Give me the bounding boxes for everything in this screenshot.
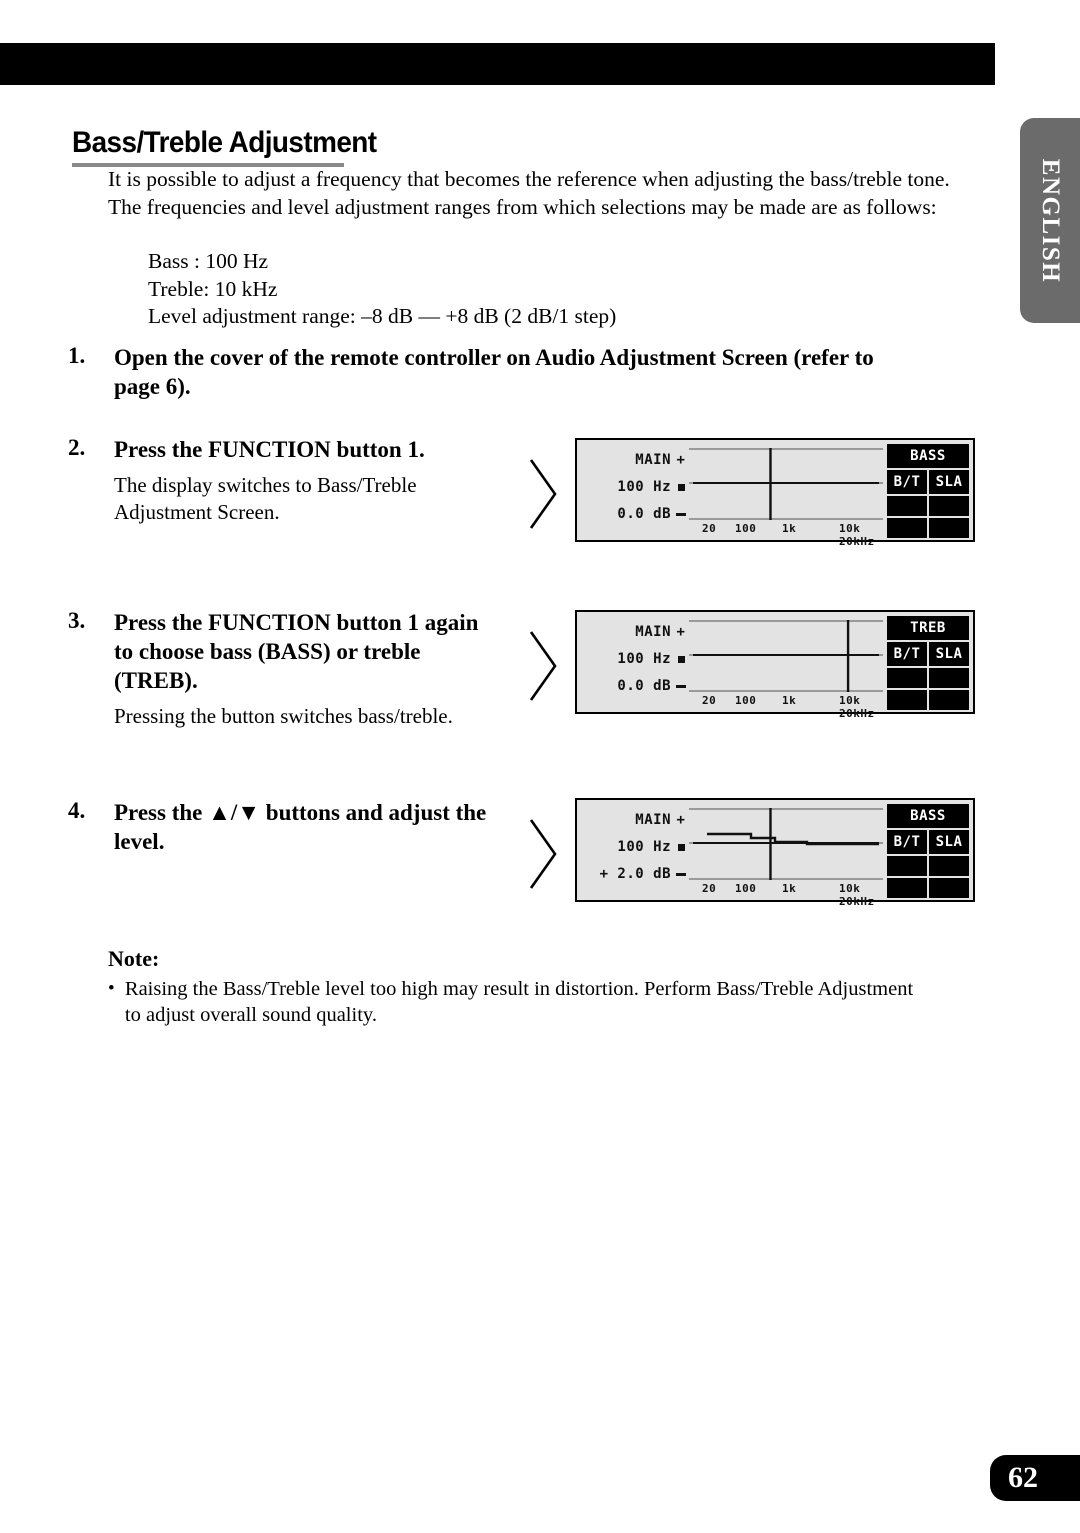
spec-level-range: Level adjustment range: –8 dB — +8 dB (2… xyxy=(148,304,617,328)
step-2-number: 2. xyxy=(68,435,86,460)
lcd-scale-tick-1-3: 1k xyxy=(782,522,797,535)
step-2-description: The display switches to Bass/Treble Adju… xyxy=(114,473,417,524)
lcd-scale-tick-3-1: 20 xyxy=(702,882,717,895)
step-2: 2. Press the FUNCTION button 1. The disp… xyxy=(68,435,498,525)
lcd-blank-button-c-1[interactable] xyxy=(887,518,927,538)
note-block: Note: • Raising the Bass/Treble level to… xyxy=(108,946,928,1028)
note-bullet-icon: • xyxy=(108,978,115,999)
flow-arrow-icon-2 xyxy=(528,630,558,702)
lcd-sla-button-2[interactable]: SLA xyxy=(929,642,969,666)
lcd-scale-tick-1-1: 20 xyxy=(702,522,717,535)
step-3-description: Pressing the button switches bass/treble… xyxy=(114,704,453,728)
flow-arrow-icon-3 xyxy=(528,818,558,890)
lcd-blank-button-a-1[interactable] xyxy=(887,496,927,516)
lcd-minus-mark-2 xyxy=(673,673,689,700)
lcd-scale-tick-2-4: 10k 20kHz xyxy=(839,694,875,720)
page-number-badge: 62 xyxy=(990,1455,1080,1501)
spec-bass: Bass : 100 Hz xyxy=(148,249,269,273)
lcd-scale-tick-3-2: 100 xyxy=(735,882,757,895)
lcd-scale-tick-2-3: 1k xyxy=(782,694,797,707)
lcd-scale-2: 20 100 1k 10k 20kHz xyxy=(689,694,883,720)
lcd-level-2: 0.0 dB xyxy=(617,678,671,694)
intro-paragraph: It is possible to adjust a frequency tha… xyxy=(108,167,950,219)
lcd-blank-button-c-3[interactable] xyxy=(887,878,927,898)
step-1-number: 1. xyxy=(68,343,86,368)
lcd-display-3: MAIN 100 Hz + 2.0 dB +20 100 1k 10k 20kHz BASS B… xyxy=(575,798,975,908)
lcd-minus-mark-3 xyxy=(673,861,689,888)
note-text: Raising the Bass/Treble level too high m… xyxy=(124,978,914,1026)
step-4-heading: Press the ▲/▼ buttons and adjust the lev… xyxy=(114,800,487,854)
lcd-blank-button-d-2[interactable] xyxy=(929,690,969,710)
lcd-blank-button-b-1[interactable] xyxy=(929,496,969,516)
lcd-zero-mark-2 xyxy=(673,646,689,673)
lcd-source-1: MAIN xyxy=(635,452,671,468)
lcd-scale-tick-3-4: 10k 20kHz xyxy=(839,882,875,908)
lcd-sla-button-1[interactable]: SLA xyxy=(929,470,969,494)
lcd-scale-tick-3-3: 1k xyxy=(782,882,797,895)
lcd-scale-tick-2-2: 100 xyxy=(735,694,757,707)
step-3: 3. Press the FUNCTION button 1 again to … xyxy=(68,608,498,730)
flow-arrow-icon-1 xyxy=(528,458,558,530)
lcd-bt-button-1[interactable]: B/T xyxy=(887,470,927,494)
lcd-blank-button-a-3[interactable] xyxy=(887,856,927,876)
lcd-mode-button-3[interactable]: BASS xyxy=(887,804,969,828)
lcd-blank-button-b-2[interactable] xyxy=(929,668,969,688)
lcd-blank-button-d-1[interactable] xyxy=(929,518,969,538)
lcd-minus-mark-1 xyxy=(673,501,689,528)
language-tab: ENGLISH xyxy=(1020,118,1080,323)
page-number-value: 62 xyxy=(1008,1461,1038,1494)
note-title: Note: xyxy=(108,946,160,971)
lcd-scale-tick-1-2: 100 xyxy=(735,522,757,535)
lcd-frequency-3: 100 Hz xyxy=(617,839,671,855)
lcd-mode-button-2[interactable]: TREB xyxy=(887,616,969,640)
lcd-scale-tick-2-1: 20 xyxy=(702,694,717,707)
page-title-text: Bass/Treble Adjustment xyxy=(72,126,377,159)
lcd-zero-mark-3 xyxy=(673,834,689,861)
step-1: 1. Open the cover of the remote controll… xyxy=(68,343,898,401)
step-3-number: 3. xyxy=(68,608,86,633)
lcd-blank-button-d-3[interactable] xyxy=(929,878,969,898)
step-3-heading: Press the FUNCTION button 1 again to cho… xyxy=(114,610,479,693)
lcd-blank-button-a-2[interactable] xyxy=(887,668,927,688)
lcd-frequency-1: 100 Hz xyxy=(617,479,671,495)
step-2-heading: Press the FUNCTION button 1. xyxy=(114,437,425,462)
step-4-number: 4. xyxy=(68,798,86,823)
lcd-source-3: MAIN xyxy=(635,812,671,828)
lcd-bt-button-2[interactable]: B/T xyxy=(887,642,927,666)
lcd-source-2: MAIN xyxy=(635,624,671,640)
lcd-display-2: MAIN 100 Hz 0.0 dB +20 100 1k 10k 20kHz TREB B/T… xyxy=(575,610,975,720)
header-black-bar xyxy=(0,43,995,85)
lcd-plus-mark-1: + xyxy=(676,452,686,468)
lcd-plus-mark-3: + xyxy=(676,812,686,828)
spec-treble: Treble: 10 kHz xyxy=(148,277,278,301)
lcd-graph-1 xyxy=(689,448,883,520)
lcd-graph-2 xyxy=(689,620,883,692)
lcd-level-3: + 2.0 dB xyxy=(599,866,671,882)
lcd-level-1: 0.0 dB xyxy=(617,506,671,522)
lcd-scale-3: 20 100 1k 10k 20kHz xyxy=(689,882,883,908)
lcd-plus-mark-2: + xyxy=(676,624,686,640)
step-1-heading: Open the cover of the remote controller … xyxy=(114,345,874,399)
lcd-graph-3 xyxy=(689,808,883,880)
lcd-scale-1: 20 100 1k 10k 20kHz xyxy=(689,522,883,548)
lcd-scale-tick-1-4: 10k 20kHz xyxy=(839,522,875,548)
lcd-frequency-2: 100 Hz xyxy=(617,651,671,667)
lcd-display-1: MAIN 100 Hz 0.0 dB +20 100 1k 10k 20kHz BASS B/T… xyxy=(575,438,975,548)
page-title: Bass/Treble Adjustment xyxy=(72,126,399,167)
language-tab-label: ENGLISH xyxy=(1037,158,1064,283)
lcd-blank-button-c-2[interactable] xyxy=(887,690,927,710)
lcd-zero-mark-1 xyxy=(673,474,689,501)
lcd-mode-button-1[interactable]: BASS xyxy=(887,444,969,468)
step-4: 4. Press the ▲/▼ buttons and adjust the … xyxy=(68,798,508,856)
lcd-blank-button-b-3[interactable] xyxy=(929,856,969,876)
lcd-bt-button-3[interactable]: B/T xyxy=(887,830,927,854)
lcd-sla-button-3[interactable]: SLA xyxy=(929,830,969,854)
